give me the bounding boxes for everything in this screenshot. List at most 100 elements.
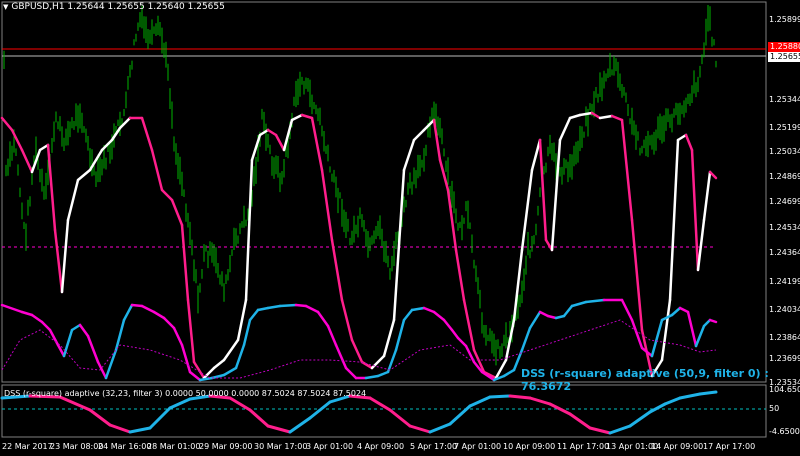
symbol-quote: GBPUSD,H1 1.25644 1.25655 1.25640 1.2565… — [11, 2, 225, 12]
indicator-segment — [488, 394, 512, 399]
price-candles — [3, 5, 717, 366]
time-tick: 11 Apr 17:00 — [557, 442, 610, 451]
dss-segment — [660, 298, 672, 362]
dss-segment — [236, 298, 248, 342]
indicator-segment — [468, 395, 492, 408]
lower-segment — [620, 298, 634, 322]
lower-segment — [70, 323, 82, 332]
dss-segment — [520, 168, 534, 252]
dss-segment — [222, 338, 240, 362]
time-tick: 10 Apr 09:00 — [503, 442, 556, 451]
dss-segment — [160, 188, 174, 202]
indicator-segment — [608, 424, 632, 435]
dss-segment — [558, 116, 572, 142]
lower-segment — [650, 318, 664, 358]
lower-segment — [304, 304, 320, 314]
dss-segment — [454, 248, 466, 302]
price-tick: 1.23699 — [769, 354, 800, 363]
time-tick: 14 Apr 09:00 — [651, 442, 704, 451]
lower-segment — [48, 328, 60, 347]
lower-segment — [152, 310, 166, 320]
dss-segment — [266, 128, 278, 137]
dss-segment — [610, 114, 624, 122]
lower-segment — [334, 343, 348, 370]
indicator-segment — [428, 422, 452, 434]
dss-segment — [696, 218, 706, 272]
dss-segment — [170, 198, 184, 227]
indicator-segment — [678, 392, 702, 400]
lower-segment — [584, 298, 606, 304]
lower-segment — [188, 370, 202, 382]
lower-segment — [256, 306, 270, 312]
lower-segment — [140, 304, 156, 314]
lower-segment — [30, 313, 44, 324]
dss-segment — [432, 118, 442, 162]
dss-segment — [38, 143, 50, 152]
lower-segment — [344, 366, 358, 380]
lower-segment — [0, 303, 24, 314]
indicator-segment — [168, 397, 192, 410]
time-tick: 23 Mar 08:00 — [50, 442, 104, 451]
lower-segment — [450, 328, 460, 340]
time-tick: 28 Mar 01:00 — [147, 442, 201, 451]
lower-segment — [456, 336, 468, 348]
current-price-tag[interactable]: 1.25655 — [768, 52, 800, 62]
dss-segment — [20, 148, 34, 174]
indicator-segment — [508, 394, 532, 400]
dss-segment — [250, 133, 262, 162]
lower-segment — [294, 303, 308, 308]
time-tick: 7 Apr 01:00 — [454, 442, 502, 451]
dss-segment — [340, 298, 354, 342]
price-tick: 1.24699 — [769, 197, 800, 206]
time-tick: 22 Mar 2017 — [2, 442, 53, 451]
indicator-segment — [388, 408, 412, 428]
dss-segment — [202, 366, 216, 380]
triangle-icon[interactable]: ▼ — [3, 3, 8, 11]
indicator-segment — [288, 416, 312, 434]
indicator-segment — [663, 396, 682, 406]
indicator-title: DSS (r-square) adaptive (32,23, filter 3… — [4, 389, 367, 398]
lower-segment — [402, 308, 414, 322]
price-tick: 1.23864 — [769, 333, 800, 342]
lower-segment — [40, 320, 52, 332]
dss-segment — [180, 223, 190, 302]
dss-segment — [212, 358, 226, 370]
lower-segment — [410, 306, 426, 312]
symbol-header: ▼ GBPUSD,H1 1.25644 1.25655 1.25640 1.256… — [3, 2, 225, 12]
indicator-segment — [408, 424, 432, 434]
dss-segment — [462, 298, 476, 352]
indicator-segment — [88, 408, 112, 427]
price-tick: 1.24534 — [769, 223, 800, 232]
lower-segment — [248, 308, 260, 322]
time-tick: 4 Apr 09:00 — [357, 442, 405, 451]
indicator-segment — [648, 402, 667, 414]
main-pane-frame — [1, 1, 767, 383]
lower-segment — [86, 334, 100, 364]
dss-segment — [590, 111, 602, 120]
dss-segment — [53, 228, 64, 294]
lower-segment — [422, 306, 436, 314]
dss-segment — [630, 218, 644, 332]
lower-segment — [278, 303, 298, 308]
dss-segment — [290, 113, 304, 122]
lower-segment — [670, 306, 682, 317]
indicator-segment — [108, 423, 132, 434]
alert-price-tag[interactable]: 1.25880 — [768, 42, 800, 52]
lower-segment — [376, 370, 390, 378]
lower-segment — [694, 324, 706, 348]
lower-segment — [528, 310, 542, 330]
dss-segment — [330, 238, 344, 302]
indicator-segment — [228, 396, 252, 412]
lower-segment — [198, 376, 214, 382]
dss-segment — [150, 148, 164, 192]
indicator-tick: 50 — [769, 404, 780, 413]
lower-segment — [316, 310, 330, 328]
lower-segment — [562, 304, 574, 318]
dss-segment — [0, 116, 14, 132]
price-tick: 1.24869 — [769, 172, 800, 181]
dss-segment — [538, 138, 548, 242]
dss-segment — [676, 133, 688, 142]
indicator-segment — [248, 408, 270, 428]
indicator-segment — [128, 426, 152, 434]
dss-segment — [702, 170, 712, 222]
